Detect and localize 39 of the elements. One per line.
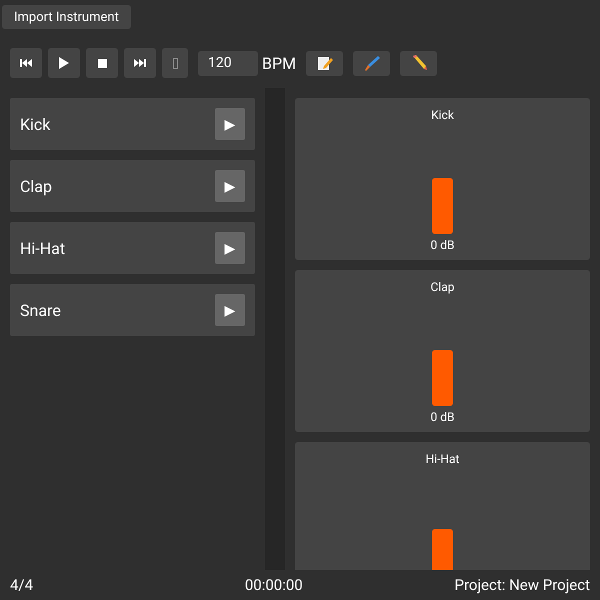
instrument-name: Clap bbox=[20, 176, 52, 196]
channel-name: Kick bbox=[431, 108, 454, 122]
paintbrush-button[interactable] bbox=[353, 50, 390, 76]
time-display: 00:00:00 bbox=[244, 576, 303, 594]
bpm-field[interactable]: 120 bbox=[198, 50, 258, 76]
rewind-button[interactable] bbox=[10, 48, 42, 78]
placeholder-glyph-icon bbox=[172, 58, 178, 68]
play-button[interactable] bbox=[48, 48, 80, 78]
placeholder-glyph-button[interactable] bbox=[162, 48, 188, 78]
channel-name: Clap bbox=[430, 280, 454, 294]
instrument-row[interactable]: Snare ▶ bbox=[10, 284, 255, 336]
play-icon bbox=[59, 57, 69, 69]
channel-name: Hi-Hat bbox=[426, 452, 460, 466]
stop-button[interactable] bbox=[86, 48, 118, 78]
project-name: Project: New Project bbox=[454, 576, 590, 594]
fast-forward-icon bbox=[134, 59, 146, 67]
instrument-row[interactable]: Kick ▶ bbox=[10, 98, 255, 150]
pencil-icon bbox=[410, 55, 427, 71]
notepad-pencil-icon bbox=[316, 55, 333, 71]
preview-play-button[interactable]: ▶ bbox=[215, 294, 245, 326]
notepad-pencil-button[interactable] bbox=[306, 50, 344, 76]
volume-reading: 0 dB bbox=[430, 238, 454, 252]
instrument-name: Snare bbox=[20, 300, 61, 320]
fast-forward-button[interactable] bbox=[124, 48, 156, 78]
preview-play-button[interactable]: ▶ bbox=[215, 170, 245, 202]
instrument-row[interactable]: Clap ▶ bbox=[10, 160, 255, 212]
time-signature: 4/4 bbox=[10, 576, 34, 594]
rewind-icon bbox=[20, 59, 32, 67]
stop-icon bbox=[98, 58, 106, 68]
instrument-name: Kick bbox=[20, 114, 50, 134]
instrument-row[interactable]: Hi-Hat ▶ bbox=[10, 222, 255, 274]
paintbrush-icon bbox=[364, 55, 380, 71]
preview-play-button[interactable]: ▶ bbox=[215, 232, 245, 264]
volume-reading: 0 dB bbox=[430, 410, 454, 424]
bpm-label: BPM bbox=[262, 54, 296, 72]
pencil-button[interactable] bbox=[400, 50, 438, 76]
preview-play-button[interactable]: ▶ bbox=[215, 108, 245, 140]
instrument-name: Hi-Hat bbox=[20, 238, 66, 258]
import-instrument-button[interactable]: Import Instrument bbox=[2, 5, 131, 29]
